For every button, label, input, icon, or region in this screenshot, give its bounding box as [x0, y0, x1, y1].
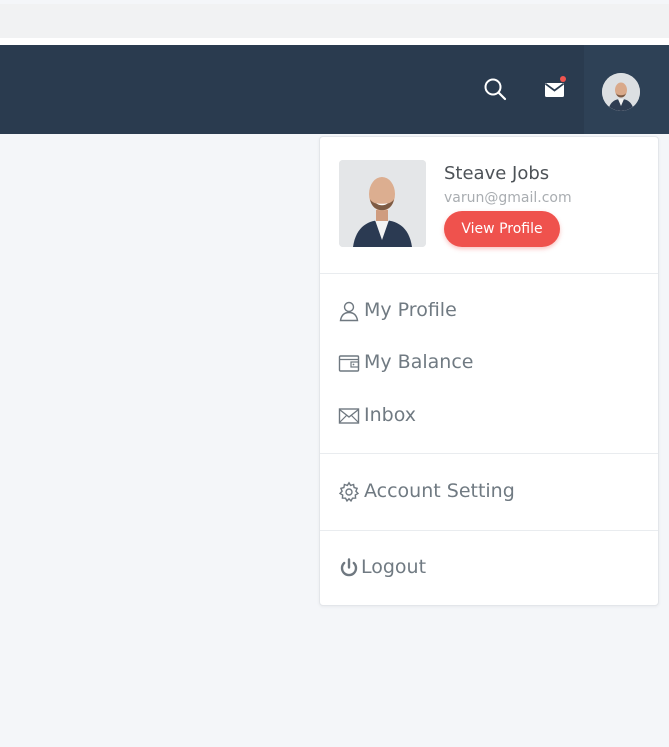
search-icon[interactable]	[481, 75, 509, 103]
menu-item-my-balance[interactable]: My Balance	[320, 343, 658, 383]
profile-photo	[339, 160, 426, 247]
gear-icon	[338, 481, 360, 503]
user-icon	[338, 300, 360, 322]
menu-item-account-setting[interactable]: Account Setting	[320, 472, 658, 512]
top-navbar	[0, 45, 669, 134]
notification-dot	[560, 76, 566, 82]
mail-icon	[338, 405, 360, 427]
profile-name: Steave Jobs	[444, 163, 550, 184]
mail-icon[interactable]	[541, 75, 569, 103]
view-profile-button[interactable]: View Profile	[444, 211, 560, 247]
browser-top-strip	[0, 4, 669, 38]
menu-item-inbox[interactable]: Inbox	[320, 396, 658, 436]
menu-label: My Balance	[364, 351, 474, 373]
profile-email: varun@gmail.com	[444, 190, 572, 206]
menu-label: Inbox	[364, 404, 416, 426]
logout-button[interactable]: Logout	[320, 548, 658, 588]
menu-label: Account Setting	[364, 480, 515, 502]
menu-label: My Profile	[364, 299, 457, 321]
power-icon	[338, 557, 360, 579]
menu-divider	[320, 453, 658, 454]
menu-divider	[320, 530, 658, 531]
avatar	[602, 73, 640, 111]
profile-header: Steave Jobs varun@gmail.com View Profile	[320, 137, 658, 274]
wallet-icon	[338, 352, 360, 374]
menu-label: Logout	[361, 556, 427, 578]
menu-item-my-profile[interactable]: My Profile	[320, 291, 658, 331]
top-separator	[0, 38, 669, 45]
user-menu-toggle[interactable]	[584, 45, 669, 134]
user-dropdown: Steave Jobs varun@gmail.com View Profile…	[319, 136, 659, 606]
